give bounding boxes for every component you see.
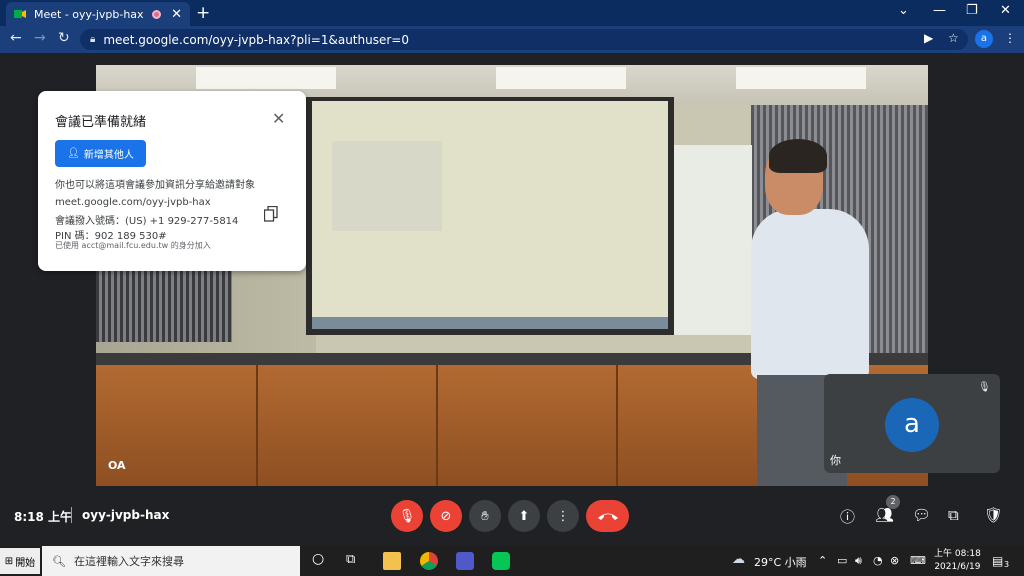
add-people-button[interactable]: 👤︎ 新增其他人	[55, 140, 146, 167]
windows-logo-icon: ⊞	[4, 555, 14, 567]
video-projector-screen	[306, 97, 674, 335]
video-ceiling-light	[496, 67, 626, 89]
leave-call-button[interactable]	[586, 500, 629, 532]
mic-off-icon: 🎙︎	[398, 508, 416, 524]
restore-icon[interactable]: ❐	[966, 3, 978, 18]
search-placeholder: 在這裡輸入文字來搜尋	[73, 555, 184, 568]
present-screen-button[interactable]: ⬆	[508, 500, 540, 532]
lock-icon: 🔒︎	[90, 34, 96, 45]
meeting-time: 8:18 上午	[14, 510, 73, 524]
camera-off-icon: ⊘	[440, 508, 452, 524]
notification-center-icon[interactable]: ▤	[992, 554, 1003, 568]
weather-text[interactable]: 29°C 小雨	[754, 554, 807, 570]
video-whiteboard	[674, 145, 752, 335]
profile-avatar[interactable]: a	[975, 30, 993, 48]
cortana-icon[interactable]: ○	[312, 551, 324, 567]
new-tab-icon[interactable]: +	[196, 3, 210, 23]
video-screen-window	[332, 141, 442, 231]
file-explorer-icon[interactable]	[383, 552, 401, 570]
more-vert-icon: ⋮	[556, 508, 570, 524]
task-view-icon[interactable]: ⧉	[346, 552, 355, 567]
forward-icon[interactable]: →	[34, 30, 46, 46]
tab-close-icon[interactable]: ✕	[171, 7, 182, 22]
video-cabinet-seam	[256, 365, 258, 486]
notification-count: 3	[1004, 560, 1010, 569]
mic-toggle-button[interactable]: 🎙︎	[391, 500, 423, 532]
self-view-tile[interactable]: 🎙︎ a 你	[824, 374, 1000, 473]
more-options-button[interactable]: ⋮	[547, 500, 579, 532]
reload-icon[interactable]: ↻	[58, 30, 70, 46]
self-avatar: a	[885, 398, 939, 452]
tab-search-icon[interactable]: ⌄	[898, 3, 909, 18]
video-ceiling-light	[736, 67, 866, 89]
wifi-icon[interactable]: ◔	[873, 554, 883, 567]
browser-titlebar: Meet - oyy-jvpb-hax ✕ + ⌄ — ❐ ✕	[0, 0, 1024, 26]
browser-tab[interactable]: Meet - oyy-jvpb-hax ✕	[6, 2, 190, 26]
start-label: 開始	[15, 557, 36, 569]
search-icon: 🔍︎	[52, 554, 66, 568]
tray-chevron-icon[interactable]: ⌃	[818, 554, 827, 567]
presenter-shirt	[751, 209, 869, 379]
address-bar[interactable]: 🔒︎ meet.google.com/oyy-jvpb-hax?pli=1&au…	[80, 29, 968, 50]
presenter-name-label: OA	[108, 459, 126, 472]
input-method-icon[interactable]: ⌨	[910, 554, 926, 567]
browser-toolbar: ← → ↻ 🔒︎ meet.google.com/oyy-jvpb-hax?pl…	[0, 26, 1024, 53]
copy-icon[interactable]	[264, 206, 278, 222]
video-screen-taskbar	[312, 317, 668, 329]
back-icon[interactable]: ←	[10, 30, 22, 46]
system-clock[interactable]: 上午 08:18 2021/6/19	[934, 548, 981, 574]
video-ceiling-light	[196, 67, 336, 89]
meeting-info-icon[interactable]: ⓘ	[840, 506, 855, 527]
clock-time: 上午 08:18	[934, 549, 981, 559]
windows-taskbar: ⊞ 開始 🔍︎ 在這裡輸入文字來搜尋 ○ ⧉ ☁ 29°C 小雨 ⌃ ▭ 🔊︎ …	[0, 546, 1024, 576]
taskbar-search-box[interactable]: 🔍︎ 在這裡輸入文字來搜尋	[42, 546, 300, 576]
host-controls-icon[interactable]: 🛡︎	[984, 506, 1003, 524]
clock-date: 2021/6/19	[934, 562, 981, 572]
hang-up-icon	[597, 513, 618, 520]
chrome-icon[interactable]	[420, 552, 438, 570]
video-cabinet-seam	[616, 365, 618, 486]
mic-off-icon: 🎙︎	[978, 382, 991, 393]
bookmark-star-icon[interactable]: ☆	[948, 31, 959, 45]
meet-control-bar: 8:18 上午 oyy-jvpb-hax 🎙︎ ⊘ ✋︎ ⬆ ⋮ ⓘ 👥︎ 2 …	[0, 495, 1024, 545]
activities-icon[interactable]: ⧉	[948, 506, 959, 524]
hand-icon: ✋︎	[481, 508, 489, 524]
presenter-hair	[769, 139, 827, 173]
tab-title: Meet - oyy-jvpb-hax	[34, 7, 144, 21]
url-text: meet.google.com/oyy-jvpb-hax?pli=1&authu…	[103, 32, 409, 47]
chat-icon[interactable]: 💬︎	[912, 506, 931, 524]
self-name-label: 你	[830, 454, 841, 467]
close-icon[interactable]: ✕	[272, 109, 285, 128]
video-acoustic-panel	[96, 270, 232, 342]
volume-icon[interactable]: 🔊︎	[855, 554, 862, 568]
meeting-ready-card: 會議已準備就緒 ✕ 👤︎ 新增其他人 你也可以將這項會議參加資訊分享給邀請對象 …	[38, 91, 306, 271]
add-people-label: 新增其他人	[83, 150, 134, 161]
teams-icon[interactable]	[456, 552, 474, 570]
camera-toggle-button[interactable]: ⊘	[430, 500, 462, 532]
weather-icon: ☁	[732, 552, 745, 567]
camera-icon[interactable]: ▶	[924, 31, 933, 45]
recording-indicator-icon	[152, 9, 162, 19]
participants-count-badge: 2	[886, 495, 900, 509]
card-description: 你也可以將這項會議參加資訊分享給邀請對象	[55, 180, 255, 191]
divider	[71, 507, 72, 523]
card-title: 會議已準備就緒	[55, 115, 147, 130]
battery-icon[interactable]: ▭	[837, 554, 847, 567]
menu-kebab-icon[interactable]: ⋮	[1004, 31, 1016, 45]
meet-favicon-icon	[14, 10, 26, 18]
dial-in-number: 會議撥入號碼：(US) +1 929-277-5814	[55, 216, 239, 227]
raise-hand-button[interactable]: ✋︎	[469, 500, 501, 532]
window-close-icon[interactable]: ✕	[1000, 3, 1011, 18]
minimize-icon[interactable]: —	[933, 3, 946, 18]
meet-now-icon[interactable]: ⊗	[890, 554, 899, 567]
meet-stage: OA 🎙︎ a 你 會議已準備就緒 ✕ 👤︎ 新增其他人 你也可以將這項會議參加…	[0, 53, 1024, 545]
meeting-code: oyy-jvpb-hax	[82, 508, 170, 522]
present-icon: ⬆	[518, 508, 530, 524]
start-button[interactable]: ⊞ 開始	[0, 548, 40, 574]
joined-as-text: 已使用 acct@mail.fcu.edu.tw 的身分加入	[55, 241, 211, 250]
line-app-icon[interactable]	[492, 552, 510, 570]
person-add-icon: 👤︎	[67, 148, 80, 159]
meeting-link[interactable]: meet.google.com/oyy-jvpb-hax	[55, 197, 211, 208]
video-cabinet-seam	[436, 365, 438, 486]
